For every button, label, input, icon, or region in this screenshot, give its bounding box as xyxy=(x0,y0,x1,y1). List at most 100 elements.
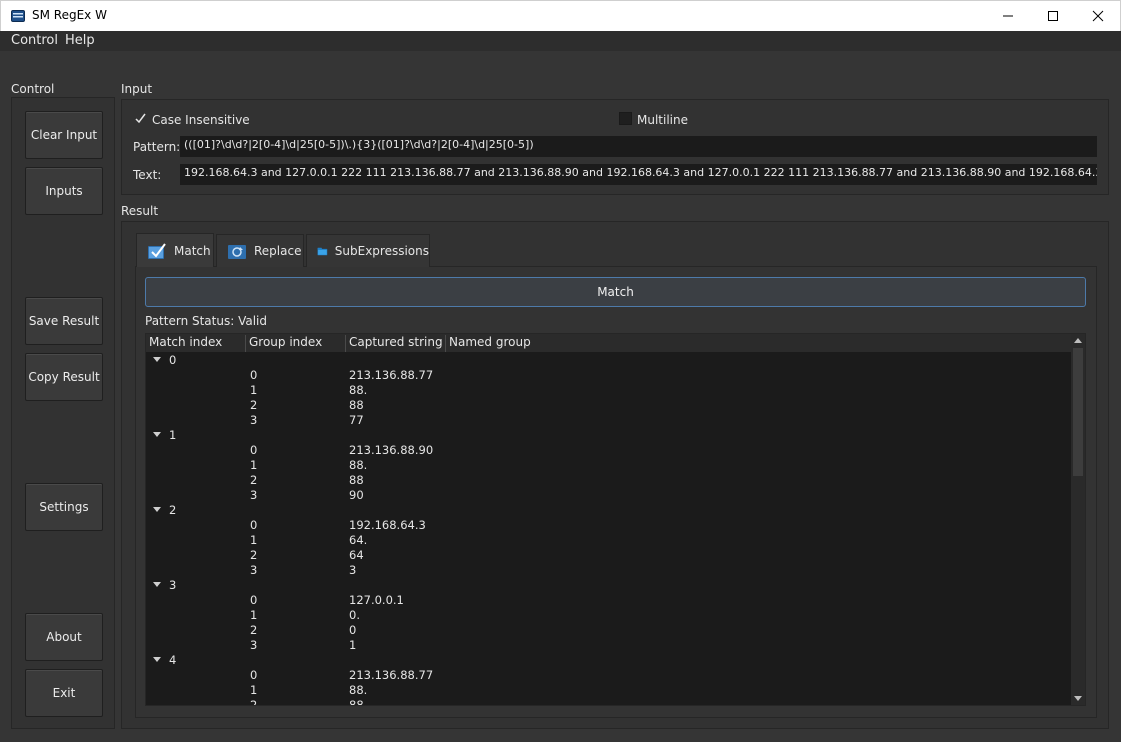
vertical-scrollbar[interactable] xyxy=(1071,334,1085,705)
captured-string-cell: 213.136.88.77 xyxy=(349,368,434,382)
inputs-button[interactable]: Inputs xyxy=(25,167,103,215)
column-match-index[interactable]: Match index xyxy=(146,335,246,352)
multiline-checkbox[interactable] xyxy=(619,112,632,125)
minimize-icon xyxy=(1003,15,1013,17)
group-index-cell: 1 xyxy=(250,683,258,697)
group-row[interactable]: 1 88. xyxy=(146,683,1071,698)
tree-header: Match index Group index Captured string … xyxy=(146,334,1071,352)
captured-string-cell: 88 xyxy=(349,698,364,706)
tab-match[interactable]: Match xyxy=(136,233,214,267)
group-index-cell: 2 xyxy=(250,548,258,562)
group-index-cell: 0 xyxy=(250,593,258,607)
group-index-cell: 1 xyxy=(250,533,258,547)
group-row[interactable]: 1 88. xyxy=(146,458,1071,473)
pattern-status: Pattern Status: Valid xyxy=(145,314,267,328)
tab-match-label: Match xyxy=(174,243,211,258)
group-index-cell: 2 xyxy=(250,473,258,487)
group-index-cell: 3 xyxy=(250,563,258,577)
tab-replace[interactable]: Replace xyxy=(216,234,304,267)
group-index-cell: 0 xyxy=(250,668,258,682)
results-tree[interactable]: Match index Group index Captured string … xyxy=(145,333,1086,706)
match-index-cell: 3 xyxy=(169,578,177,592)
captured-string-cell: 192.168.64.3 xyxy=(349,518,426,532)
match-index-cell: 2 xyxy=(169,503,177,517)
captured-string-cell: 88. xyxy=(349,383,368,397)
column-named-group[interactable]: Named group xyxy=(446,335,1071,352)
group-row[interactable]: 2 64 xyxy=(146,548,1071,563)
match-row[interactable]: 3 xyxy=(146,578,1071,593)
group-row[interactable]: 0 127.0.0.1 xyxy=(146,593,1071,608)
group-row[interactable]: 0 213.136.88.90 xyxy=(146,443,1071,458)
input-section-label: Input xyxy=(121,82,153,96)
case-insensitive-label: Case Insensitive xyxy=(152,113,250,127)
group-index-cell: 2 xyxy=(250,698,258,706)
expand-arrow-icon[interactable] xyxy=(153,582,161,587)
minimize-button[interactable] xyxy=(985,1,1031,31)
group-row[interactable]: 1 0. xyxy=(146,608,1071,623)
close-icon xyxy=(1092,10,1104,22)
expand-arrow-icon[interactable] xyxy=(153,357,161,362)
group-row[interactable]: 0 213.136.88.77 xyxy=(146,368,1071,383)
copy-result-button[interactable]: Copy Result xyxy=(25,353,103,401)
settings-button[interactable]: Settings xyxy=(25,483,103,531)
match-index-cell: 0 xyxy=(169,353,177,367)
text-input[interactable]: 192.168.64.3 and 127.0.0.1 222 111 213.1… xyxy=(180,164,1097,185)
group-row[interactable]: 2 88 xyxy=(146,698,1071,706)
group-index-cell: 2 xyxy=(250,398,258,412)
about-button[interactable]: About xyxy=(25,613,103,661)
group-index-cell: 3 xyxy=(250,638,258,652)
group-row[interactable]: 3 90 xyxy=(146,488,1071,503)
clear-input-button[interactable]: Clear Input xyxy=(25,111,103,159)
expand-arrow-icon[interactable] xyxy=(153,507,161,512)
menu-control[interactable]: Control xyxy=(11,33,58,48)
match-row[interactable]: 4 xyxy=(146,653,1071,668)
captured-string-cell: 88. xyxy=(349,683,368,697)
match-button[interactable]: Match xyxy=(145,277,1086,307)
group-row[interactable]: 0 192.168.64.3 xyxy=(146,518,1071,533)
app-icon xyxy=(11,10,25,22)
pattern-input[interactable]: (([01]?\d\d?|2[0-4]\d|25[0-5])\.){3}([01… xyxy=(180,136,1097,157)
captured-string-cell: 88 xyxy=(349,473,364,487)
subexpressions-tab-icon xyxy=(317,247,328,256)
scroll-down-icon[interactable] xyxy=(1074,696,1082,701)
captured-string-cell: 1 xyxy=(349,638,357,652)
group-row[interactable]: 1 88. xyxy=(146,383,1071,398)
group-index-cell: 1 xyxy=(250,608,258,622)
match-row[interactable]: 0 xyxy=(146,353,1071,368)
group-row[interactable]: 20 xyxy=(146,623,1071,638)
expand-arrow-icon[interactable] xyxy=(153,657,161,662)
captured-string-cell: 0 xyxy=(349,623,357,637)
captured-string-cell: 88. xyxy=(349,458,368,472)
match-row[interactable]: 2 xyxy=(146,503,1071,518)
close-button[interactable] xyxy=(1075,1,1121,31)
group-row[interactable]: 2 88 xyxy=(146,473,1071,488)
group-index-cell: 2 xyxy=(250,623,258,637)
expand-arrow-icon[interactable] xyxy=(153,432,161,437)
column-captured-string[interactable]: Captured string xyxy=(346,335,446,352)
group-row[interactable]: 2 88 xyxy=(146,398,1071,413)
case-insensitive-checkbox[interactable] xyxy=(134,112,147,125)
save-result-button[interactable]: Save Result xyxy=(25,297,103,345)
exit-button[interactable]: Exit xyxy=(25,669,103,717)
captured-string-cell: 127.0.0.1 xyxy=(349,593,404,607)
group-row[interactable]: 31 xyxy=(146,638,1071,653)
match-index-cell: 4 xyxy=(169,653,177,667)
group-row[interactable]: 0 213.136.88.77 xyxy=(146,668,1071,683)
group-row[interactable]: 33 xyxy=(146,563,1071,578)
captured-string-cell: 64. xyxy=(349,533,368,547)
captured-string-cell: 90 xyxy=(349,488,364,502)
group-row[interactable]: 3 77 xyxy=(146,413,1071,428)
tab-subexpressions[interactable]: SubExpressions xyxy=(306,234,430,267)
match-row[interactable]: 1 xyxy=(146,428,1071,443)
captured-string-cell: 3 xyxy=(349,563,357,577)
scroll-up-icon[interactable] xyxy=(1074,338,1082,343)
menu-help[interactable]: Help xyxy=(65,33,95,48)
replace-tab-icon xyxy=(228,245,246,259)
maximize-button[interactable] xyxy=(1030,1,1076,31)
group-index-cell: 0 xyxy=(250,518,258,532)
group-row[interactable]: 1 64. xyxy=(146,533,1071,548)
scroll-thumb[interactable] xyxy=(1073,348,1083,476)
text-label: Text: xyxy=(133,168,162,182)
multiline-label: Multiline xyxy=(637,113,688,127)
column-group-index[interactable]: Group index xyxy=(246,335,346,352)
